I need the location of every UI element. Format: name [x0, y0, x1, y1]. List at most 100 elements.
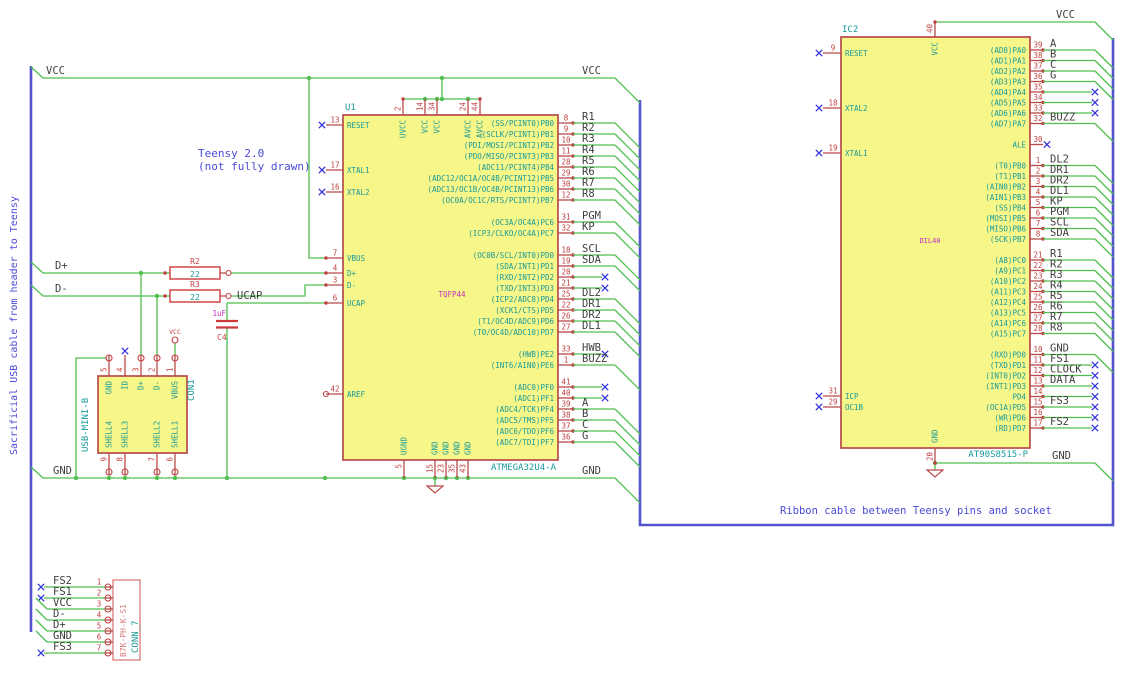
pin-number: 7	[97, 644, 102, 653]
bus-entry	[614, 408, 641, 435]
pin-name: (A9)PC1	[994, 266, 1026, 275]
net-label: FS3	[53, 641, 72, 653]
pin-number: 9	[100, 457, 109, 462]
pin-number: 21	[1033, 251, 1042, 260]
pin-number: 5	[100, 367, 109, 372]
pin-name: AVCC	[476, 120, 485, 138]
pin-name: SHELL3	[121, 421, 130, 448]
pin-end-dot	[324, 301, 328, 305]
bus-entry	[35, 608, 48, 621]
pin-number: 8	[116, 457, 125, 462]
pin-number: 35	[448, 464, 457, 473]
bus-entry	[614, 331, 641, 358]
pin-number: 17	[330, 161, 339, 170]
pin-number: 33	[561, 345, 570, 354]
net-label-vcc-right: VCC	[582, 65, 601, 77]
bus-entry	[1094, 207, 1114, 226]
net-label-dplus: D+	[55, 260, 68, 272]
pin-number: 36	[1033, 72, 1043, 81]
net-label: G	[1050, 70, 1056, 82]
pin-name: (ADC1)PF1	[513, 394, 554, 403]
pin-number: 33	[1033, 104, 1042, 113]
pin-number: 38	[561, 411, 571, 420]
no-connect-x	[815, 403, 823, 411]
vcc-symbol-circle	[171, 336, 179, 344]
no-connect-x	[815, 104, 823, 112]
pin-name: (PDO/MISO/PCINT3)PB3	[464, 152, 554, 161]
u1-ref: U1	[345, 103, 356, 113]
pin-number: 28	[561, 158, 571, 167]
pin-number: 32	[561, 224, 570, 233]
bus-entry	[614, 166, 641, 193]
pin-name: RESET	[347, 121, 370, 130]
bus-entry	[614, 298, 641, 325]
bus-entry	[614, 144, 641, 171]
pin-name: ICP	[845, 392, 859, 401]
bus-entry	[614, 265, 641, 292]
pin-name: SHELL4	[105, 420, 114, 448]
pin-number: 32	[1033, 114, 1042, 123]
ic2-footprint: DIL40	[919, 237, 940, 245]
no-connect-x	[1091, 392, 1099, 401]
net-label-gnd-left: GND	[53, 465, 72, 477]
pin-name: (A12)PC4	[990, 298, 1027, 307]
no-connect-x	[601, 394, 609, 402]
r2-ref: R2	[190, 257, 200, 266]
bus-entry	[1094, 60, 1114, 79]
pin-number: 25	[561, 290, 570, 299]
no-connect-x	[1091, 109, 1099, 117]
no-connect-x	[1043, 140, 1051, 149]
pin-number: 7	[148, 457, 157, 462]
pin-name: XTAL2	[845, 104, 868, 113]
capacitor-plates	[216, 319, 238, 329]
pin-number: 2	[394, 106, 403, 111]
bus-entry	[614, 188, 641, 215]
pin-name: (ICP2/ADC8)PD4	[491, 295, 555, 304]
pin-number: 16	[1033, 408, 1043, 417]
pin-number: 6	[1036, 209, 1041, 218]
pin-name: (AD2)PA2	[990, 67, 1026, 76]
pin-number: 6	[166, 457, 175, 462]
pin-number: 38	[1033, 51, 1043, 60]
net-label: BUZZ	[582, 353, 607, 365]
pin-name: AREF	[347, 390, 366, 399]
pin-name: SHELL1	[171, 421, 180, 448]
bus-entry	[1094, 165, 1114, 184]
con1-value: USB-MINI-B	[81, 398, 91, 452]
pin-number: 2	[1036, 167, 1041, 176]
no-connect-x	[318, 188, 326, 196]
pin-end-dot	[933, 461, 937, 465]
pin-number: 6	[97, 633, 102, 642]
pin-name: UVCC	[399, 120, 408, 138]
pin-name: (AD1)PA1	[990, 56, 1026, 65]
pin-number: 3	[97, 600, 102, 609]
pin-name: (PDI/MOSI/PCINT2)PB2	[464, 141, 554, 150]
pin-name: (INT6/AIN0)PE6	[491, 361, 555, 370]
bus-entry	[1094, 49, 1114, 69]
pin-number: 19	[561, 257, 570, 266]
pin-number: 34	[428, 101, 437, 111]
pin-name: GND	[453, 441, 462, 455]
pin-number: 11	[1033, 356, 1042, 365]
ic2-value: AT90S8515-P	[968, 450, 1028, 460]
pin-number: 37	[1033, 62, 1042, 71]
bus-entry	[35, 619, 48, 632]
pin-number: 28	[1033, 324, 1043, 333]
net-label: BUZZ	[1050, 112, 1075, 124]
pin-name: VCC	[421, 120, 430, 134]
pin-name: (TXD)PD1	[990, 361, 1026, 370]
pin-number: 1	[564, 356, 569, 365]
resistor-capacitor-leads	[220, 272, 226, 297]
pin-name: (SCK)PB7	[990, 235, 1026, 244]
pin-number: 44	[471, 101, 480, 111]
pin-number: 36	[561, 433, 571, 442]
pin-name: (MOSI)PB5	[985, 214, 1026, 223]
pin-number: 10	[1033, 345, 1043, 354]
pin-name: (SDA/INT1)PD1	[495, 262, 554, 271]
pin-name: (ADC11/PCINT4)PB4	[477, 163, 554, 172]
pin-number: 1	[97, 578, 102, 587]
no-connect-x	[37, 583, 45, 591]
no-connect-x	[1091, 98, 1099, 107]
pin-number: 37	[561, 422, 570, 431]
pin-number: 31	[561, 213, 570, 222]
